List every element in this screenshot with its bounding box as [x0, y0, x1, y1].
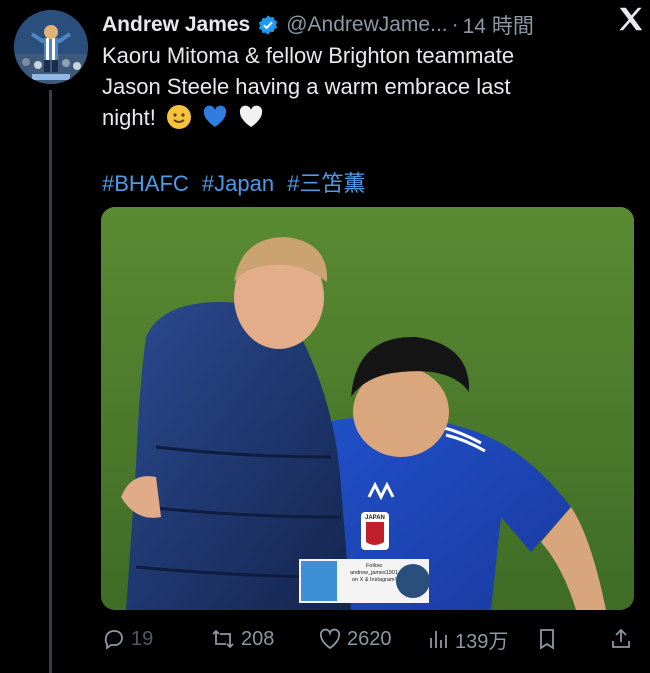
bookmark-button[interactable] [536, 627, 558, 651]
tweet-text: Kaoru Mitoma & fellow Brighton teammate … [102, 40, 622, 138]
tweet-media-photo[interactable]: adidas JAPAN Follow andrew_james1901 on … [101, 207, 634, 610]
watermark: Follow andrew_james1901 on X & Instagram… [338, 563, 410, 584]
author-avatar[interactable] [14, 10, 88, 84]
repost-icon [212, 629, 234, 649]
author-handle[interactable]: @AndrewJame... [286, 13, 447, 37]
repost-button[interactable]: 208 [210, 627, 274, 651]
hashtag-link[interactable]: #BHAFC [102, 171, 189, 196]
view-count: 139万 [455, 630, 509, 653]
watermark-line: Follow [366, 563, 382, 569]
separator-dot: · [451, 13, 459, 36]
tweet-text-line: Kaoru Mitoma & fellow Brighton teammate [102, 43, 515, 68]
photo-illustration [101, 207, 634, 610]
repost-count: 208 [241, 627, 275, 650]
blue-heart-emoji-icon [202, 104, 228, 138]
like-button[interactable]: 2620 [318, 627, 392, 651]
share-button[interactable] [610, 627, 632, 651]
tweet-text-line: Jason Steele having a warm embrace last [102, 74, 511, 99]
smiling-face-emoji-icon [166, 104, 192, 138]
hashtag-link[interactable]: #三笘薫 [287, 171, 365, 196]
hashtags: #BHAFC #Japan #三笘薫 [102, 166, 372, 198]
verified-badge-icon [257, 14, 279, 36]
reply-count: 19 [131, 627, 154, 650]
watermark-line: on X & Instagram! [351, 577, 397, 583]
display-name[interactable]: Andrew James [102, 13, 250, 37]
views-button[interactable]: 139万 [428, 625, 508, 654]
tweet-text-line: night! [102, 105, 156, 130]
reply-icon [104, 630, 123, 650]
share-icon [612, 628, 630, 648]
watermark-line: andrew_james1901 [349, 570, 398, 576]
heart-icon [319, 628, 341, 650]
reply-button[interactable]: 19 [102, 627, 153, 651]
timestamp[interactable]: 14 時間 [463, 10, 534, 40]
tweet-text-line-3: night! [102, 102, 622, 138]
bookmark-icon [540, 629, 554, 650]
crest-text: JAPAN [365, 515, 385, 521]
hashtag-link[interactable]: #Japan [202, 171, 274, 196]
avatar-image [14, 10, 88, 84]
views-chart-icon [430, 631, 447, 648]
like-count: 2620 [347, 627, 392, 650]
tweet-header: Andrew James @AndrewJame... · 14 時間 [102, 8, 640, 42]
white-heart-emoji-icon [238, 104, 264, 138]
tweet-actions: 19 208 2620 139万 [102, 622, 638, 656]
x-logo-icon[interactable] [616, 4, 646, 34]
thread-line [49, 90, 52, 673]
